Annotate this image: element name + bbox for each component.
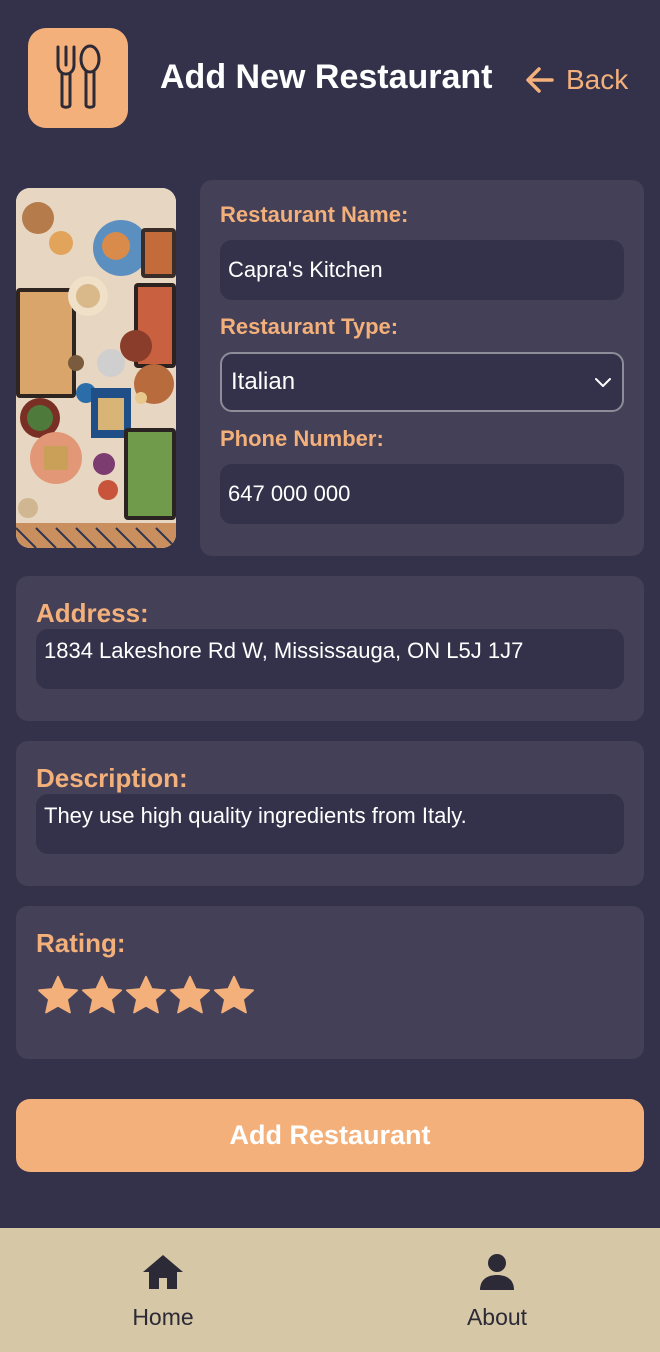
phone-number-label: Phone Number: [220, 426, 384, 451]
restaurant-name-input[interactable]: Capra's Kitchen [220, 240, 624, 300]
star-icon[interactable] [212, 974, 256, 1018]
phone-number-input[interactable]: 647 000 000 [220, 464, 624, 524]
nav-item-about[interactable]: About [427, 1252, 567, 1342]
restaurant-name-label: Restaurant Name: [220, 202, 409, 227]
rating-label: Rating: [36, 928, 126, 958]
restaurant-type-label: Restaurant Type: [220, 314, 399, 339]
rating-stars[interactable] [36, 974, 256, 1018]
header: Add New Restaurant Back [0, 0, 660, 150]
back-button[interactable]: Back [524, 60, 628, 100]
rating-card: Rating: [16, 906, 644, 1059]
app: Add New Restaurant Back Restaurant Name:… [0, 0, 660, 1352]
star-icon[interactable] [36, 974, 80, 1018]
add-restaurant-button[interactable]: Add Restaurant [16, 1099, 644, 1172]
page-title: Add New Restaurant [160, 58, 493, 96]
restaurant-type-select[interactable]: Italian [220, 352, 624, 412]
arrow-left-icon [526, 67, 554, 93]
restaurant-type-value: Italian [231, 368, 296, 395]
logo [28, 28, 128, 128]
star-icon[interactable] [168, 974, 212, 1018]
star-icon[interactable] [80, 974, 124, 1018]
address-card: Address: 1834 Lakeshore Rd W, Mississaug… [16, 576, 644, 721]
back-label: Back [566, 64, 629, 95]
chevron-down-icon [595, 378, 611, 387]
home-icon [143, 1255, 183, 1289]
description-input[interactable]: They use high quality ingredients from I… [36, 794, 624, 854]
nav-home-label: Home [132, 1304, 194, 1330]
description-label: Description: [36, 763, 188, 793]
restaurant-photo [16, 188, 176, 548]
address-input[interactable]: 1834 Lakeshore Rd W, Mississauga, ON L5J… [36, 629, 624, 689]
restaurant-info-card: Restaurant Name: Capra's Kitchen Restaur… [200, 180, 644, 556]
nav-about-label: About [466, 1304, 528, 1330]
star-icon[interactable] [124, 974, 168, 1018]
person-icon [480, 1254, 514, 1290]
fork-spoon-icon [56, 44, 101, 109]
nav-item-home[interactable]: Home [93, 1252, 233, 1342]
description-card: Description: They use high quality ingre… [16, 741, 644, 886]
address-label: Address: [36, 598, 149, 628]
bottom-nav: Home About [0, 1228, 660, 1352]
